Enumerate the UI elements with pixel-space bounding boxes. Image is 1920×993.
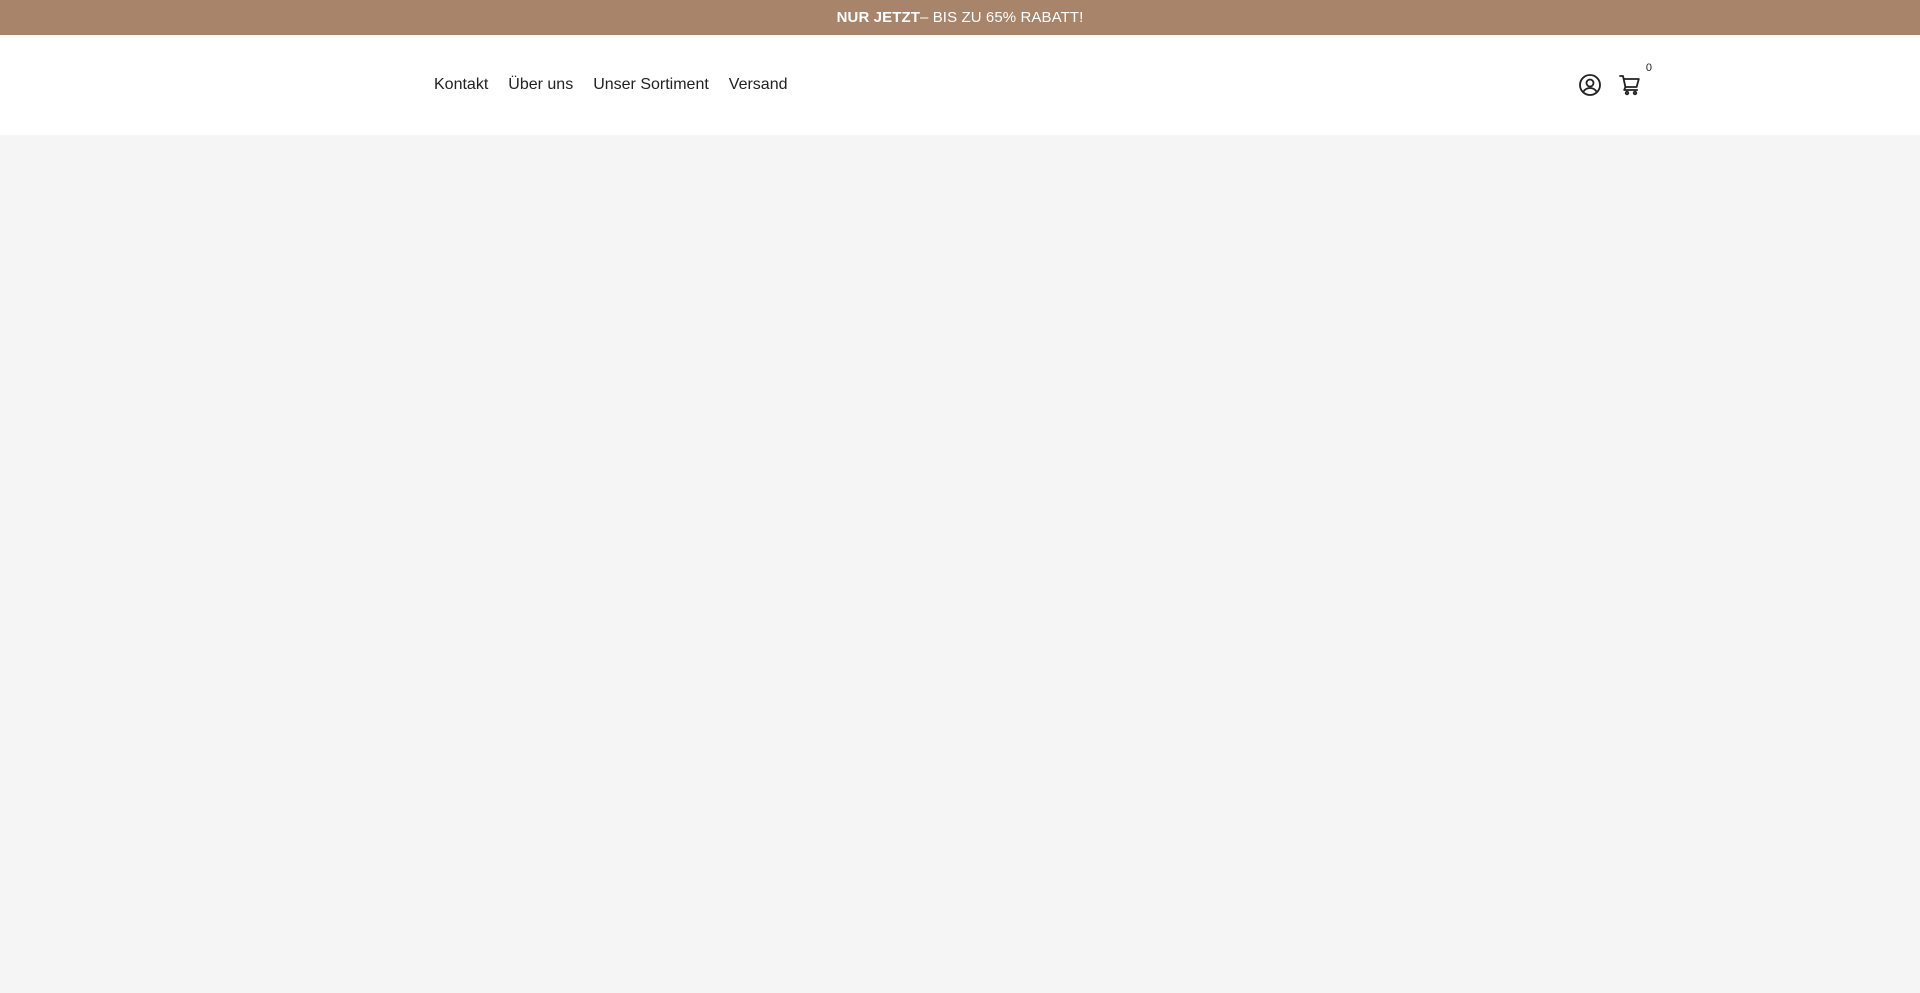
main-content bbox=[0, 135, 1920, 993]
account-button[interactable] bbox=[1576, 71, 1604, 99]
shopping-cart-icon bbox=[1618, 73, 1642, 97]
nav-link-kontakt[interactable]: Kontakt bbox=[434, 76, 488, 94]
announcement-text: – BIS ZU 65% RABATT! bbox=[919, 9, 1084, 26]
nav-link-unser-sortiment[interactable]: Unser Sortiment bbox=[593, 76, 709, 94]
site-header: Kontakt Über uns Unser Sortiment Versand bbox=[0, 35, 1920, 135]
announcement-bar: NUR JETZT – BIS ZU 65% RABATT! bbox=[0, 0, 1920, 35]
nav-link-versand[interactable]: Versand bbox=[729, 76, 788, 94]
cart-count-badge: 0 bbox=[1645, 62, 1652, 74]
cart-button[interactable]: 0 bbox=[1616, 63, 1652, 99]
nav-link-ueber-uns[interactable]: Über uns bbox=[508, 76, 573, 94]
announcement-bold-text: NUR JETZT bbox=[836, 9, 920, 26]
header-icons: 0 bbox=[1576, 35, 1652, 135]
user-circle-icon bbox=[1578, 73, 1602, 97]
main-navigation: Kontakt Über uns Unser Sortiment Versand bbox=[434, 35, 808, 135]
